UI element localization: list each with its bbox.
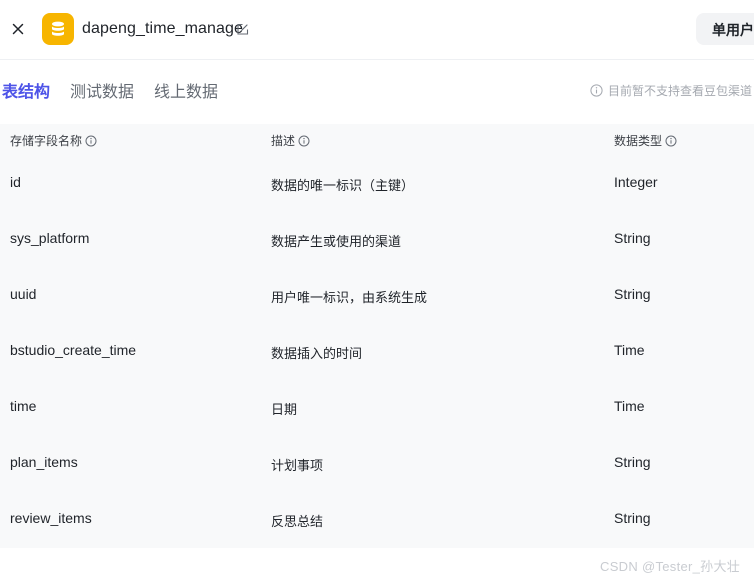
tab-test-data[interactable]: 测试数据	[70, 78, 134, 102]
field-name: bstudio_create_time	[10, 342, 137, 358]
field-name: uuid	[10, 286, 37, 302]
field-description: 计划事项	[271, 458, 324, 473]
close-icon[interactable]	[12, 23, 24, 35]
table-name: dapeng_time_manage	[82, 20, 244, 37]
tab-schema[interactable]: 表结构	[2, 78, 50, 102]
info-icon[interactable]	[665, 135, 677, 147]
info-icon	[590, 83, 603, 97]
table-row[interactable]: id 数据的唯一标识（主键） Integer	[0, 156, 754, 212]
field-name: plan_items	[10, 454, 78, 470]
watermark: CSDN @Tester_孙大壮	[600, 559, 741, 574]
info-icon[interactable]	[298, 135, 310, 147]
table-row[interactable]: bstudio_create_time 数据插入的时间 Time	[0, 324, 754, 380]
field-description: 数据插入的时间	[271, 346, 363, 361]
column-header-desc: 描述	[271, 132, 310, 149]
field-description: 日期	[271, 402, 298, 417]
field-type: Time	[614, 398, 645, 414]
field-type: String	[614, 510, 651, 526]
column-header-name: 存储字段名称	[10, 132, 97, 149]
close-button[interactable]	[8, 19, 28, 39]
table-row[interactable]: plan_items 计划事项 String	[0, 436, 754, 492]
info-icon[interactable]	[85, 135, 97, 147]
table-row[interactable]: review_items 反思总结 String	[0, 492, 754, 548]
table-row[interactable]: time 日期 Time	[0, 380, 754, 436]
edit-icon[interactable]	[236, 23, 249, 36]
field-type: Integer	[614, 174, 658, 190]
field-name: id	[10, 174, 21, 190]
field-name: review_items	[10, 510, 92, 526]
field-type: String	[614, 286, 651, 302]
field-description: 反思总结	[271, 514, 324, 529]
header: dapeng_time_manage 单用户	[0, 0, 754, 60]
table-row[interactable]: sys_platform 数据产生或使用的渠道 String	[0, 212, 754, 268]
table-body: id 数据的唯一标识（主键） Integer sys_platform 数据产生…	[0, 156, 754, 548]
field-type: String	[614, 454, 651, 470]
field-type: Time	[614, 342, 645, 358]
tab-online-data[interactable]: 线上数据	[154, 78, 218, 102]
field-description: 数据产生或使用的渠道	[271, 234, 402, 249]
field-name: sys_platform	[10, 230, 90, 246]
mode-button[interactable]: 单用户	[696, 13, 754, 45]
schema-table: 存储字段名称 描述 数据类型 id 数据的唯一标识（主键） Integer sy…	[0, 124, 754, 548]
database-icon	[42, 13, 74, 45]
column-header-label: 数据类型	[614, 134, 663, 148]
column-header-label: 描述	[271, 134, 296, 148]
notice: 目前暂不支持查看豆包渠道	[590, 82, 752, 98]
field-description: 用户唯一标识，由系统生成	[271, 290, 428, 305]
column-header-type: 数据类型	[614, 132, 677, 149]
field-type: String	[614, 230, 651, 246]
table-row[interactable]: uuid 用户唯一标识，由系统生成 String	[0, 268, 754, 324]
field-name: time	[10, 398, 37, 414]
notice-text: 目前暂不支持查看豆包渠道	[608, 83, 753, 98]
column-header-label: 存储字段名称	[10, 134, 83, 148]
table-header: 存储字段名称 描述 数据类型	[0, 124, 754, 156]
field-description: 数据的唯一标识（主键）	[271, 178, 415, 193]
